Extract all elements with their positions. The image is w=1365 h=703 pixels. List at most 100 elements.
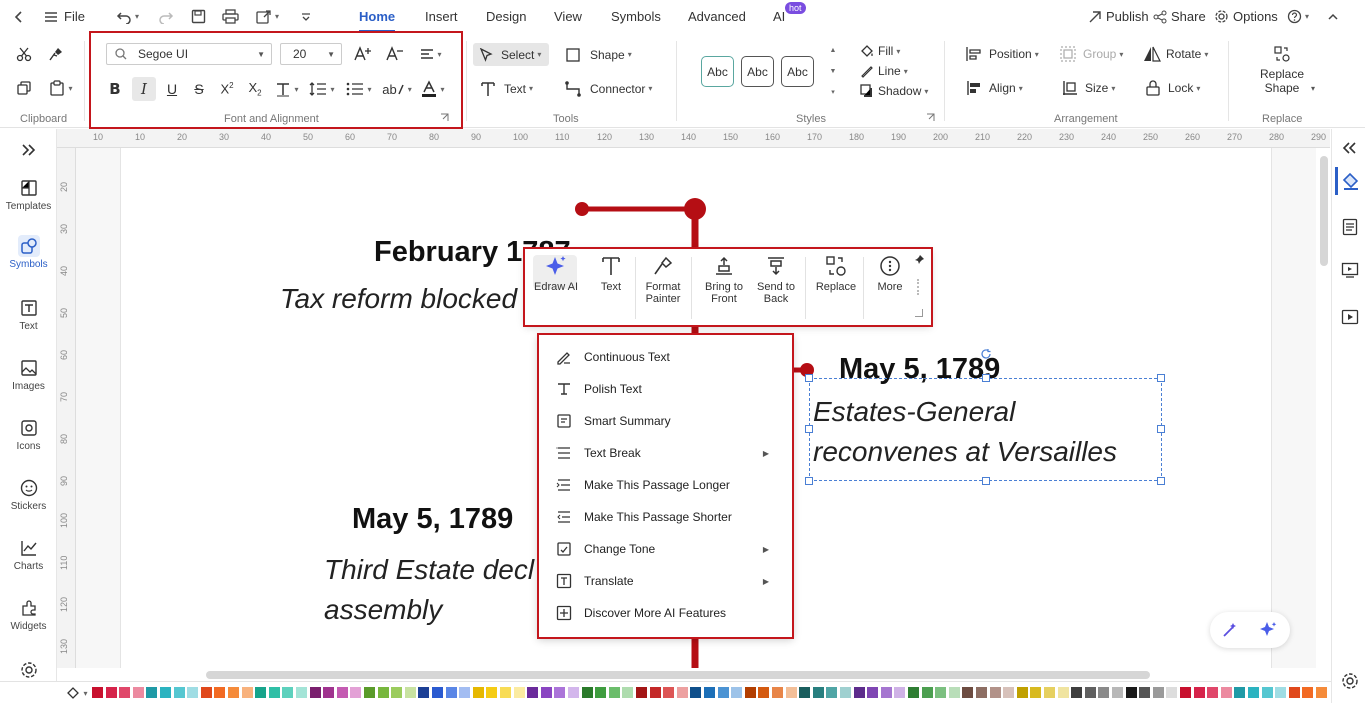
resize-handle[interactable] [982, 477, 990, 485]
lock-button[interactable]: Lock ▾ [1146, 79, 1200, 97]
color-swatch[interactable] [486, 687, 498, 698]
size-button[interactable]: Size ▾ [1062, 79, 1115, 97]
color-swatch[interactable] [1275, 687, 1287, 698]
event-description[interactable]: Tax reform blocked [280, 279, 517, 319]
collapse-ribbon-button[interactable] [1327, 0, 1339, 33]
tab-symbols[interactable]: Symbols [611, 0, 661, 33]
color-swatch[interactable] [282, 687, 294, 698]
color-swatch[interactable] [350, 687, 362, 698]
color-swatch[interactable] [962, 687, 974, 698]
color-swatch[interactable] [1098, 687, 1110, 698]
color-swatch[interactable] [119, 687, 131, 698]
color-swatch[interactable] [459, 687, 471, 698]
color-swatch[interactable] [867, 687, 879, 698]
group-button[interactable]: Group ▾ [1060, 45, 1123, 63]
styles-dialog-launcher[interactable] [924, 111, 936, 123]
sidebar-item-stickers[interactable]: Stickers [0, 479, 57, 512]
resize-handle[interactable] [1157, 425, 1165, 433]
rotate-button[interactable]: Rotate ▾ [1143, 45, 1208, 63]
color-swatch[interactable] [1044, 687, 1055, 698]
color-swatch[interactable] [1166, 687, 1178, 698]
color-swatch[interactable] [1084, 687, 1096, 698]
color-swatch[interactable] [1139, 687, 1151, 698]
color-swatch[interactable] [1112, 687, 1123, 698]
color-swatch[interactable] [1180, 687, 1191, 698]
tab-home[interactable]: Home [359, 0, 396, 33]
fill-picker-button[interactable]: ▾ [66, 684, 88, 702]
color-swatch[interactable] [622, 687, 634, 698]
color-swatch[interactable] [527, 687, 539, 698]
connector-tool[interactable]: Connector ▾ [564, 77, 652, 100]
color-swatch[interactable] [472, 687, 484, 698]
color-swatch[interactable] [663, 687, 675, 698]
color-swatch[interactable] [608, 687, 620, 698]
panel-collapse-button[interactable] [1340, 139, 1358, 157]
color-swatch[interactable] [690, 687, 702, 698]
tab-view[interactable]: View [554, 0, 582, 33]
color-swatch[interactable] [1125, 687, 1137, 698]
panel-page-button[interactable] [1340, 217, 1360, 237]
color-swatch[interactable] [636, 687, 647, 698]
options-button[interactable]: Options [1214, 0, 1278, 33]
color-swatch[interactable] [772, 687, 783, 698]
file-menu[interactable]: File [44, 0, 85, 33]
color-swatch[interactable] [160, 687, 171, 698]
sidebar-item-symbols[interactable]: Symbols [0, 235, 57, 270]
ai-wand-button[interactable] [1220, 620, 1240, 640]
style-sample-2[interactable]: Abc [741, 56, 774, 87]
color-swatch[interactable] [853, 687, 865, 698]
color-swatch[interactable] [323, 687, 335, 698]
color-swatch[interactable] [785, 687, 797, 698]
style-sample-3[interactable]: Abc [781, 56, 814, 87]
quick-access-more[interactable] [300, 0, 312, 33]
color-swatch[interactable] [540, 687, 552, 698]
tab-design[interactable]: Design [486, 0, 526, 33]
color-swatch[interactable] [1316, 687, 1327, 698]
styles-scroll-down[interactable]: ▼ [828, 66, 838, 76]
color-swatch[interactable] [1248, 687, 1259, 698]
styles-scroll-up[interactable]: ▲ [828, 45, 838, 55]
styles-expand[interactable]: ▾ [828, 87, 838, 97]
sidebar-expand-button[interactable] [0, 143, 57, 157]
text-tool[interactable]: Text ▾ [480, 77, 533, 100]
position-button[interactable]: Position ▾ [966, 45, 1039, 63]
color-swatch[interactable] [976, 687, 987, 698]
color-swatch[interactable] [364, 687, 375, 698]
color-swatch[interactable] [812, 687, 824, 698]
color-swatch[interactable] [1152, 687, 1164, 698]
horizontal-scroll-thumb[interactable] [206, 671, 1150, 679]
color-swatch[interactable] [445, 687, 457, 698]
color-swatch[interactable] [500, 687, 511, 698]
color-swatch[interactable] [568, 687, 579, 698]
color-swatch[interactable] [1003, 687, 1015, 698]
panel-settings-button[interactable] [1340, 671, 1360, 691]
print-button[interactable] [222, 0, 239, 33]
panel-style-button[interactable] [1335, 167, 1363, 195]
back-button[interactable] [12, 0, 26, 33]
color-swatch[interactable] [921, 687, 933, 698]
shape-tool[interactable]: Shape ▾ [566, 43, 632, 66]
color-swatch[interactable] [840, 687, 851, 698]
save-button[interactable] [191, 0, 206, 33]
style-sample-1[interactable]: Abc [701, 56, 734, 87]
vertical-scroll-thumb[interactable] [1320, 156, 1328, 266]
paste-button[interactable]: ▾ [46, 78, 76, 98]
color-swatch[interactable] [581, 687, 593, 698]
sidebar-item-charts[interactable]: Charts [0, 539, 57, 572]
color-swatch[interactable] [92, 687, 103, 698]
color-swatch[interactable] [173, 687, 185, 698]
color-swatch[interactable] [1220, 687, 1232, 698]
share-button[interactable]: Share [1153, 0, 1206, 33]
color-swatch[interactable] [309, 687, 321, 698]
tab-advanced[interactable]: Advanced [688, 0, 746, 33]
color-swatch[interactable] [908, 687, 919, 698]
color-swatch[interactable] [228, 687, 239, 698]
sidebar-item-widgets[interactable]: Widgets [0, 599, 57, 632]
vertical-scrollbar[interactable] [1317, 148, 1329, 668]
tab-ai[interactable]: AI [773, 0, 785, 33]
color-swatch[interactable] [1030, 687, 1042, 698]
panel-slideshow-button[interactable] [1340, 307, 1360, 327]
color-swatch[interactable] [1057, 687, 1069, 698]
color-swatch[interactable] [132, 687, 144, 698]
color-swatch[interactable] [391, 687, 403, 698]
